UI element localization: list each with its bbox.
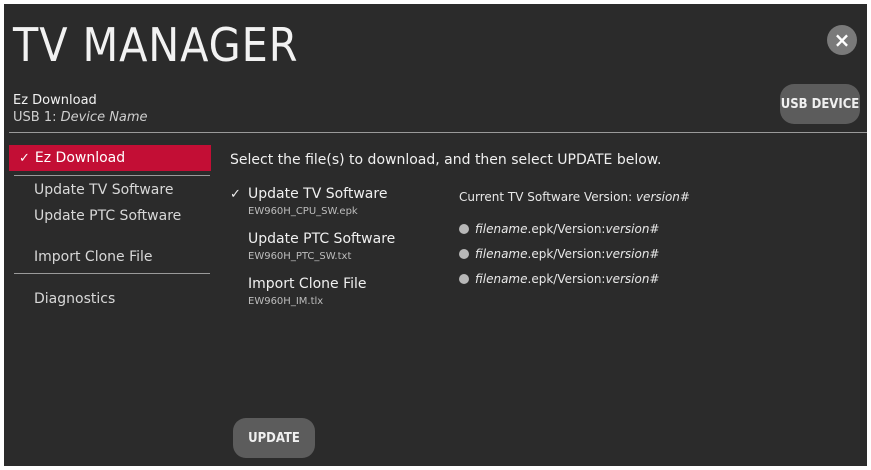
file-option-update-tv-software[interactable]: Update TV Software EW960H_CPU_SW.epk [248,186,387,217]
version-mid: .epk/Version: [527,272,606,286]
sidebar-item-update-tv-software[interactable]: Update TV Software [9,177,211,203]
radio-button[interactable] [459,249,469,259]
file-title: Update PTC Software [248,231,396,247]
file-option-import-clone-file[interactable]: Import Clone File EW960H_IM.tlx [248,276,367,307]
version-filename: filename [475,247,528,261]
section-title: Ez Download [13,93,97,108]
file-name: EW960H_IM.tlx [248,296,324,307]
sidebar-item-update-ptc-software[interactable]: Update PTC Software [9,203,211,229]
header-divider [9,132,867,133]
sidebar-divider [14,273,210,274]
file-name: EW960H_PTC_SW.txt [248,251,352,262]
check-icon: ✓ [19,150,30,166]
sidebar-divider [14,175,210,176]
version-value: version# [605,247,660,261]
instruction-text: Select the file(s) to download, and then… [230,152,662,168]
close-icon: × [833,28,851,52]
file-title: Import Clone File [248,276,367,292]
version-option[interactable]: filename .epk/Version: version# [459,222,660,236]
device-name: Device Name [60,110,148,125]
version-mid: .epk/Version: [527,222,606,236]
version-option[interactable]: filename .epk/Version: version# [459,247,660,261]
file-option-update-ptc-software[interactable]: Update PTC Software EW960H_PTC_SW.txt [248,231,395,262]
version-mid: .epk/Version: [527,247,606,261]
usb-device-button[interactable]: USB DEVICE [780,84,860,124]
version-filename: filename [475,272,528,286]
version-value: version# [605,272,660,286]
device-info: USB 1: Device Name [13,110,148,125]
sidebar-item-label: Ez Download [34,150,126,166]
app-title: TV MANAGER [13,18,299,72]
version-option[interactable]: filename .epk/Version: version# [459,272,660,286]
sidebar-item-label: Import Clone File [34,249,153,265]
sidebar-item-label: Update TV Software [34,182,174,198]
file-title: Update TV Software [248,186,388,202]
radio-button[interactable] [459,274,469,284]
version-value: version# [605,222,660,236]
device-prefix: USB 1: [13,110,57,125]
tv-manager-screen: TV MANAGER × Ez Download USB 1: Device N… [4,4,867,466]
update-button[interactable]: UPDATE [233,418,315,458]
current-version: Current TV Software Version: version# [459,190,690,204]
current-version-label: Current TV Software Version: [459,190,633,204]
radio-button[interactable] [459,224,469,234]
version-filename: filename [475,222,528,236]
sidebar-item-label: Diagnostics [34,291,116,307]
current-version-value: version# [635,190,690,204]
file-name: EW960H_CPU_SW.epk [248,206,358,217]
close-button[interactable]: × [827,25,857,55]
sidebar-item-ez-download[interactable]: ✓ Ez Download [9,145,211,171]
sidebar-item-diagnostics[interactable]: Diagnostics [9,286,211,312]
sidebar-item-import-clone-file[interactable]: Import Clone File [9,244,211,270]
check-icon: ✓ [230,187,241,202]
sidebar-item-label: Update PTC Software [34,208,182,224]
